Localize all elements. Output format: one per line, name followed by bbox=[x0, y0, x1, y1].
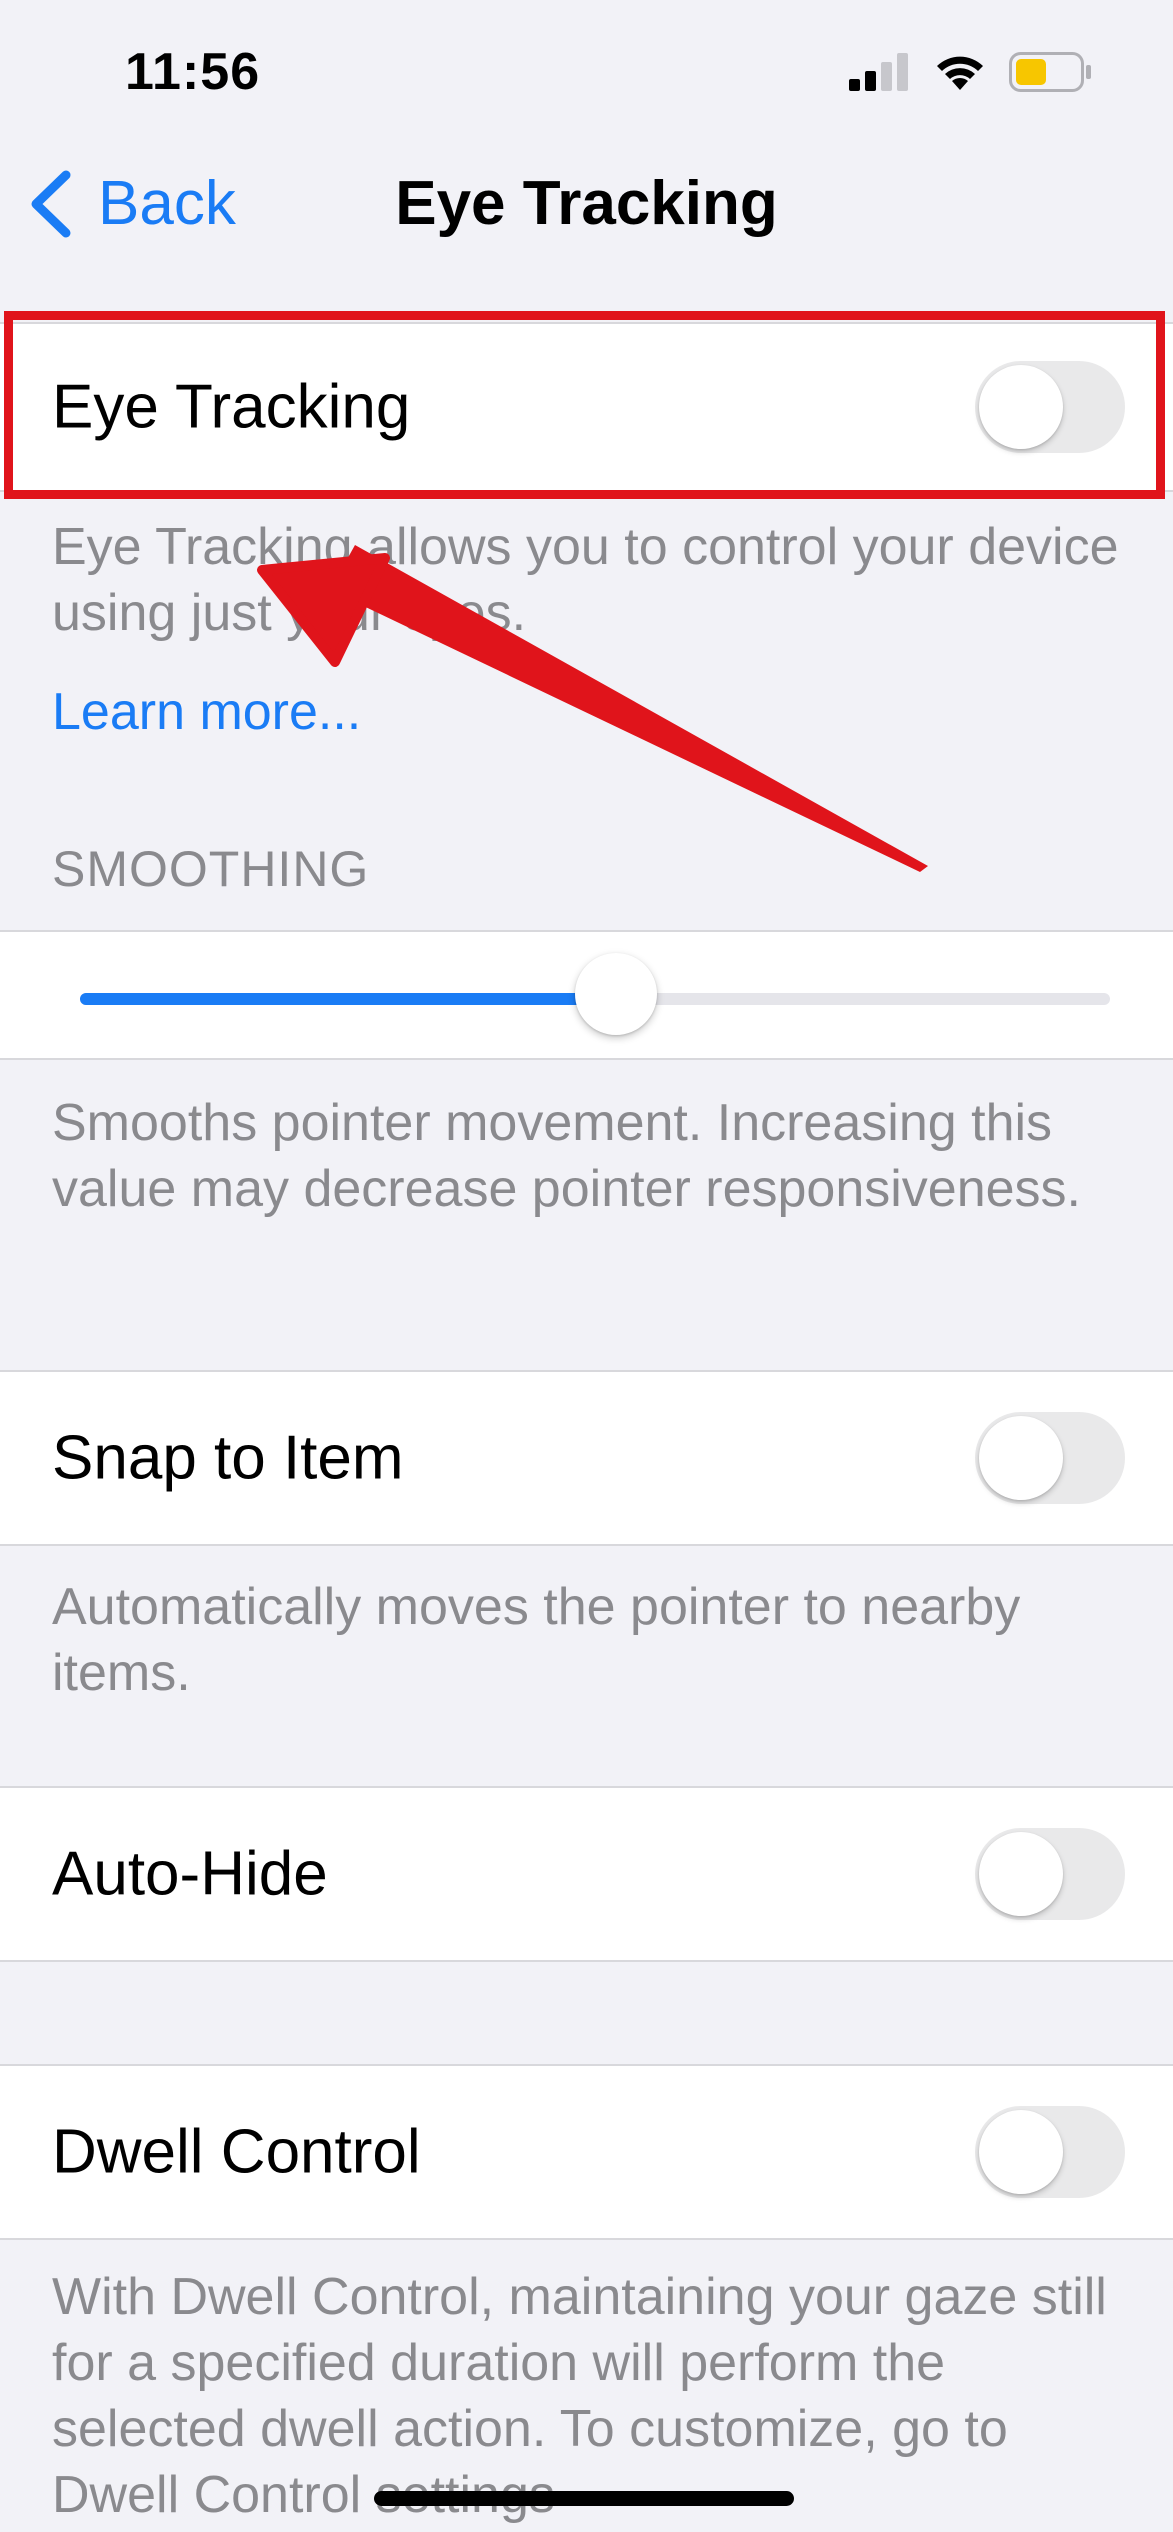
home-indicator bbox=[374, 2491, 794, 2506]
wifi-icon bbox=[937, 56, 983, 90]
dwell-control-row: Dwell Control bbox=[0, 2064, 1173, 2240]
auto-hide-label: Auto-Hide bbox=[52, 1839, 328, 1909]
eye-tracking-description: Eye Tracking allows you to control your … bbox=[52, 518, 1119, 642]
smoothing-header: SMOOTHING bbox=[52, 841, 370, 897]
learn-more-link[interactable]: Learn more... bbox=[52, 682, 361, 742]
battery-icon bbox=[1009, 52, 1091, 92]
page-title: Eye Tracking bbox=[395, 169, 778, 238]
navigation-bar: Back Eye Tracking bbox=[0, 150, 1173, 260]
smoothing-slider-thumb[interactable] bbox=[574, 953, 657, 1035]
eye-tracking-toggle[interactable] bbox=[975, 361, 1125, 453]
cellular-signal-icon bbox=[849, 53, 908, 91]
auto-hide-row: Auto-Hide bbox=[0, 1786, 1173, 1962]
snap-to-item-row: Snap to Item bbox=[0, 1370, 1173, 1546]
toggle-knob bbox=[979, 365, 1063, 449]
dwell-control-description: With Dwell Control, maintaining your gaz… bbox=[52, 2268, 1107, 2524]
snap-to-item-label: Snap to Item bbox=[52, 1423, 404, 1493]
snap-to-item-toggle[interactable] bbox=[975, 1412, 1125, 1504]
toggle-knob bbox=[979, 2110, 1063, 2194]
auto-hide-toggle[interactable] bbox=[975, 1828, 1125, 1920]
toggle-knob bbox=[979, 1832, 1063, 1916]
eye-tracking-row: Eye Tracking bbox=[0, 322, 1173, 492]
snap-to-item-description: Automatically moves the pointer to nearb… bbox=[52, 1578, 1021, 1702]
status-time: 11:56 bbox=[125, 43, 261, 101]
smoothing-slider-fill bbox=[80, 993, 616, 1005]
status-icons bbox=[849, 52, 1093, 92]
status-bar: 11:56 bbox=[0, 0, 1173, 150]
dwell-control-label: Dwell Control bbox=[52, 2117, 421, 2187]
eye-tracking-label: Eye Tracking bbox=[52, 372, 411, 442]
dwell-control-toggle[interactable] bbox=[975, 2106, 1125, 2198]
toggle-knob bbox=[979, 1416, 1063, 1500]
smoothing-description: Smooths pointer movement. Increasing thi… bbox=[52, 1094, 1082, 1218]
